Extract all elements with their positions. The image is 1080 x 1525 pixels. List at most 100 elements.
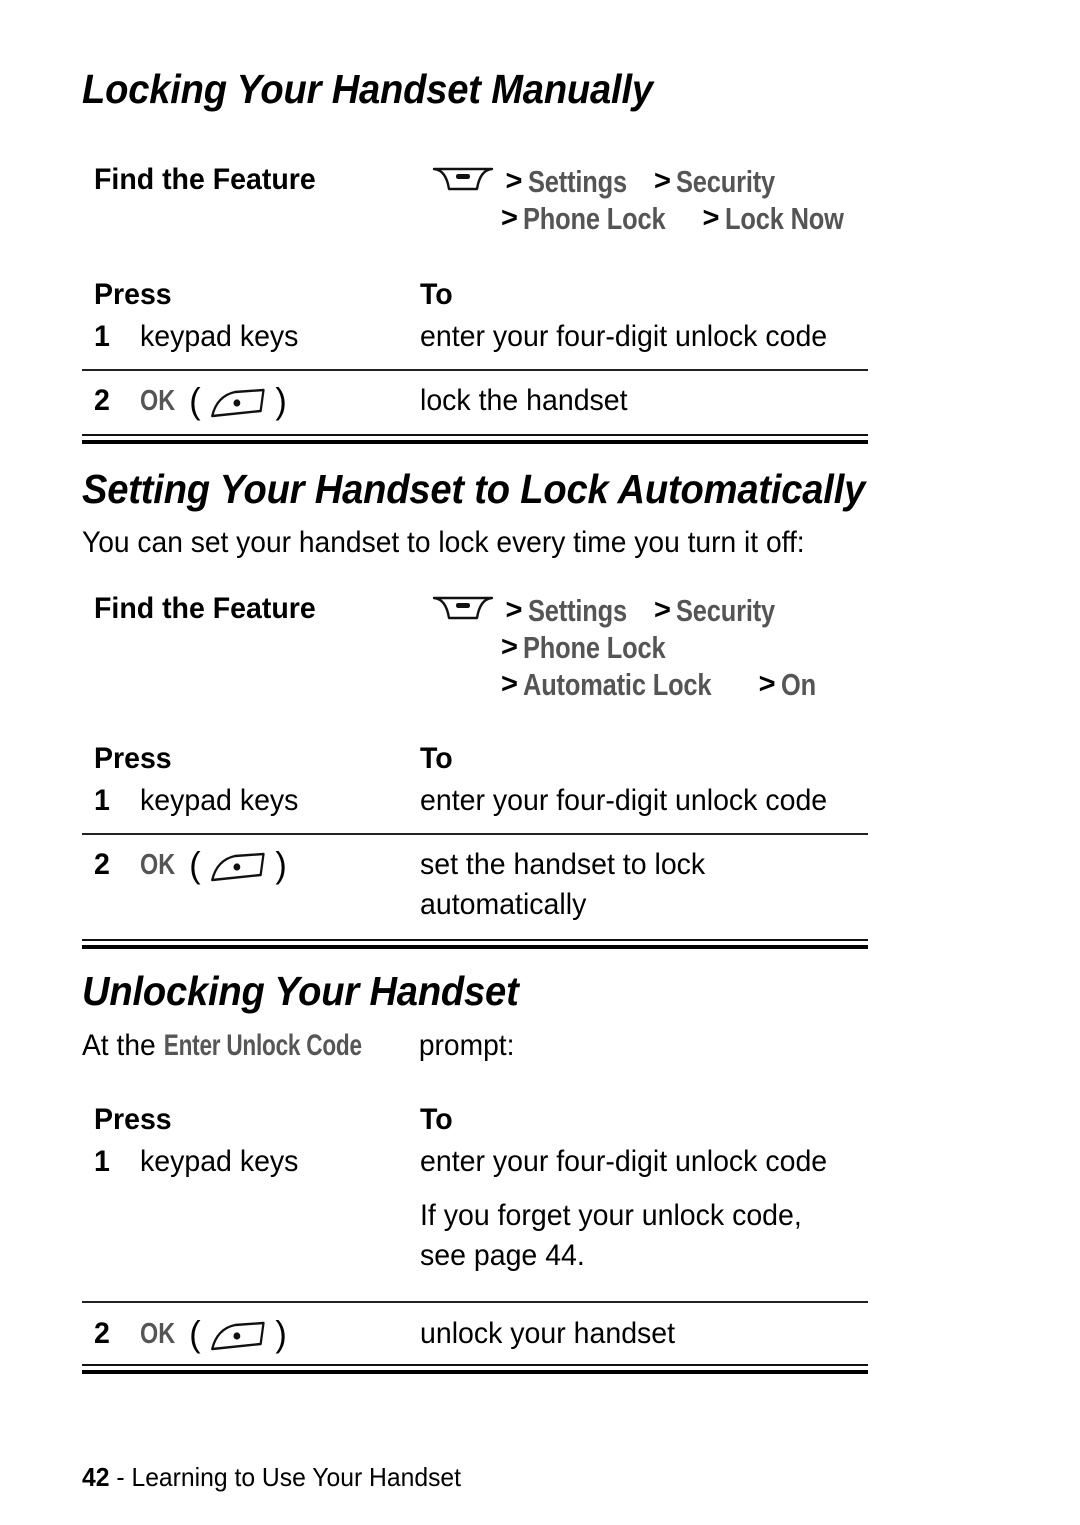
find-the-feature-label: Find the Feature [94, 592, 316, 625]
step-description-line: set the handset to lock [420, 848, 706, 881]
table-header-row: Press To [82, 1102, 868, 1142]
paren-open: ( [189, 844, 201, 886]
menu-item-security: Security [676, 593, 776, 629]
step-number: 2 [94, 384, 110, 417]
row-divider [82, 1301, 868, 1303]
path-separator-icon: > [501, 668, 518, 701]
step-key: OK ( ) [140, 1314, 287, 1355]
step-number: 1 [94, 784, 110, 817]
menu-path-line: > Phone Lock > Lock Now [432, 200, 872, 237]
section-intro-unlocking: At the Enter Unlock Code prompt: [82, 1027, 821, 1065]
menu-key-icon [432, 166, 494, 192]
step-key: keypad keys [140, 320, 299, 353]
menu-item-settings: Settings [527, 164, 627, 200]
table-header-row: Press To [82, 277, 868, 317]
path-separator-icon: > [654, 165, 671, 198]
menu-item-settings: Settings [527, 593, 627, 629]
menu-item-phone-lock: Phone Lock [523, 201, 666, 237]
footer-section-name: Learning to Use Your Handset [131, 1462, 462, 1492]
ok-key-icon [209, 1319, 268, 1353]
column-header-press: Press [94, 278, 172, 311]
path-separator-icon: > [702, 202, 720, 235]
paren-close: ) [275, 380, 287, 422]
step-description: enter your four-digit unlock code [420, 781, 857, 821]
section-title-lock-automatically: Setting Your Handset to Lock Automatical… [82, 466, 866, 512]
table-row: 1 keypad keys enter your four-digit unlo… [82, 781, 868, 833]
row-divider [82, 369, 868, 371]
path-separator-icon: > [501, 631, 518, 664]
step-key: OK ( ) [140, 845, 287, 886]
path-separator-icon: > [505, 165, 523, 198]
step-description: set the handset to lock automatically [420, 845, 857, 925]
menu-path-2: > Settings > Security > Phone Lock > Aut… [432, 592, 872, 703]
paren-open: ( [189, 380, 201, 422]
menu-path-1: > Settings > Security > Phone Lock > Loc… [432, 163, 872, 237]
menu-path-line: > Settings > Security [432, 163, 872, 200]
press-to-table-2: Press To 1 keypad keys enter your four-d… [82, 741, 868, 949]
description-spacer [420, 1182, 857, 1196]
column-header-to: To [420, 1103, 453, 1136]
step-description-note-line: If you forget your unlock code, [420, 1199, 802, 1232]
step-description-line: enter your four-digit unlock code [420, 320, 828, 353]
menu-key-icon [432, 595, 494, 621]
section-intro-lock-automatically: You can set your handset to lock every t… [82, 526, 805, 559]
step-description-line: lock the handset [420, 384, 628, 417]
table-bottom-rule [82, 1364, 868, 1374]
menu-item-phone-lock: Phone Lock [523, 630, 666, 666]
column-header-press: Press [94, 1103, 172, 1136]
menu-path-line: > Settings > Security [432, 592, 872, 629]
table-row: 2 OK ( ) unlock your handset [82, 1314, 868, 1370]
ok-key-icon [209, 850, 268, 884]
menu-item-on: On [780, 667, 816, 703]
page-footer: 42 - Learning to Use Your Handset [82, 1462, 461, 1492]
step-description-line: unlock your handset [420, 1317, 676, 1350]
menu-path-line: > Phone Lock [432, 629, 872, 666]
paren-close: ) [275, 1313, 287, 1355]
ok-label: OK [140, 849, 176, 881]
table-row: 1 keypad keys enter your four-digit unlo… [82, 1142, 868, 1302]
step-description-line: automatically [420, 888, 587, 921]
intro-text-after: prompt: [411, 1029, 515, 1062]
footer-page-number: 42 [82, 1462, 110, 1492]
step-description: enter your four-digit unlock code If you… [420, 1142, 857, 1276]
step-description-line: enter your four-digit unlock code [420, 784, 828, 817]
table-header-row: Press To [82, 741, 868, 781]
menu-item-security: Security [676, 164, 776, 200]
step-key: keypad keys [140, 1145, 299, 1178]
step-number: 1 [94, 320, 110, 353]
paren-open: ( [189, 1313, 201, 1355]
path-separator-icon: > [505, 594, 523, 627]
step-description-line: enter your four-digit unlock code [420, 1145, 828, 1178]
path-separator-icon: > [501, 202, 518, 235]
ok-label: OK [140, 1318, 176, 1350]
row-divider [82, 833, 868, 835]
press-to-table-1: Press To 1 keypad keys enter your four-d… [82, 277, 868, 444]
path-separator-icon: > [654, 594, 671, 627]
menu-item-lock-now: Lock Now [724, 201, 844, 237]
intro-text-before: At the [82, 1029, 164, 1062]
step-description-note-line: see page 44. [420, 1239, 585, 1272]
step-description: enter your four-digit unlock code [420, 317, 857, 357]
ok-key-icon [209, 386, 268, 420]
path-separator-icon: > [758, 668, 776, 701]
ok-label: OK [140, 385, 176, 417]
step-description: lock the handset [420, 381, 857, 421]
column-header-press: Press [94, 742, 172, 775]
display-enter-unlock-code: Enter Unlock Code [163, 1029, 362, 1062]
step-number: 2 [94, 1317, 110, 1350]
table-row: 2 OK ( ) lock the handset [82, 381, 868, 437]
manual-page: Locking Your Handset Manually Find the F… [0, 0, 1080, 1525]
column-header-to: To [420, 278, 453, 311]
press-to-table-3: Press To 1 keypad keys enter your four-d… [82, 1102, 868, 1374]
paren-close: ) [275, 844, 287, 886]
menu-item-automatic-lock: Automatic Lock [523, 667, 712, 703]
table-row: 2 OK ( ) set the handset to lock automat… [82, 845, 868, 945]
step-number: 1 [94, 1145, 110, 1178]
table-row: 1 keypad keys enter your four-digit unlo… [82, 317, 868, 369]
section-title-unlocking: Unlocking Your Handset [82, 968, 519, 1014]
column-header-to: To [420, 742, 453, 775]
find-the-feature-label: Find the Feature [94, 163, 316, 196]
step-description: unlock your handset [420, 1314, 857, 1354]
footer-dash: - [116, 1462, 125, 1492]
table-bottom-rule [82, 939, 868, 949]
